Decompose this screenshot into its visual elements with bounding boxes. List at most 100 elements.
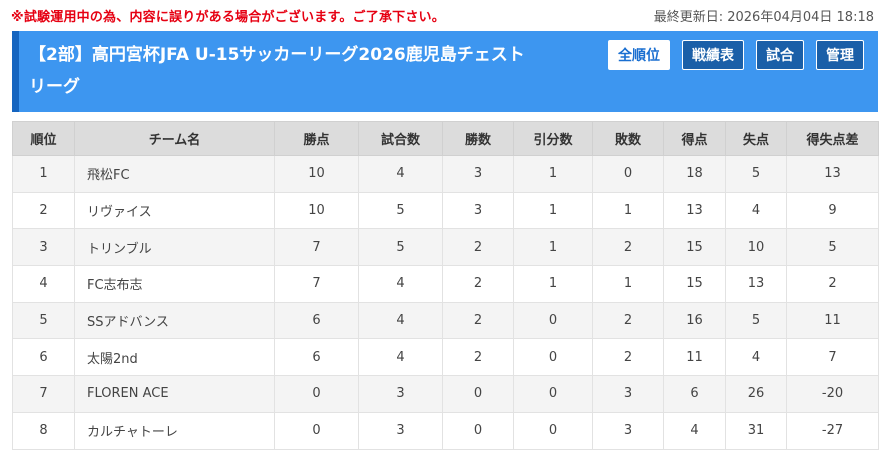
cell-goals-for: 6	[663, 375, 726, 413]
header-goals-against: 失点	[725, 121, 787, 156]
table-row: 7 FLOREN ACE 0 3 0 0 3 6 26 -20	[12, 375, 879, 413]
cell-goals-for: 11	[663, 338, 726, 377]
cell-losses: 3	[592, 411, 664, 450]
header-nav: 全順位 戦績表 試合 管理	[608, 40, 864, 70]
cell-draws: 0	[513, 338, 593, 377]
table-header-row: 順位 チーム名 勝点 試合数 勝数 引分数 敗数 得点 失点 得失点差	[12, 121, 879, 156]
cell-goals-against: 31	[725, 411, 787, 450]
cell-wins: 0	[442, 375, 514, 413]
cell-team[interactable]: リヴァイス	[74, 191, 275, 230]
header-rank: 順位	[12, 121, 75, 156]
cell-losses: 1	[592, 191, 664, 230]
page-title: 【2部】高円宮杯JFA U-15サッカーリーグ2026鹿児島チェストリーグ	[29, 45, 525, 97]
cell-goal-diff: 9	[786, 191, 879, 230]
cell-points: 10	[274, 155, 359, 193]
cell-goals-against: 10	[725, 228, 787, 267]
header-played: 試合数	[358, 121, 443, 156]
table-row: 6 太陽2nd 6 4 2 0 2 11 4 7	[12, 338, 879, 377]
cell-losses: 0	[592, 155, 664, 193]
cell-played: 4	[358, 338, 443, 377]
cell-losses: 1	[592, 265, 664, 303]
header-losses: 敗数	[592, 121, 664, 156]
cell-draws: 1	[513, 265, 593, 303]
cell-goals-against: 4	[725, 338, 787, 377]
cell-rank: 3	[12, 228, 75, 267]
cell-points: 6	[274, 301, 359, 340]
cell-goal-diff: 5	[786, 228, 879, 267]
cell-played: 5	[358, 191, 443, 230]
top-bar: ※試験運用中の為、内容に誤りがある場合がございます。ご了承下さい。 最終更新日:…	[0, 0, 890, 30]
header-goal-diff: 得失点差	[786, 121, 879, 156]
cell-points: 6	[274, 338, 359, 377]
cell-team[interactable]: FC志布志	[74, 265, 275, 303]
cell-rank: 4	[12, 265, 75, 303]
cell-rank: 2	[12, 191, 75, 230]
cell-losses: 2	[592, 338, 664, 377]
cell-rank: 8	[12, 411, 75, 450]
table-row: 8 カルチャトーレ 0 3 0 0 3 4 31 -27	[12, 411, 879, 450]
cell-goals-for: 18	[663, 155, 726, 193]
standings-button[interactable]: 全順位	[608, 40, 670, 70]
cell-wins: 3	[442, 155, 514, 193]
cell-played: 5	[358, 228, 443, 267]
table-row: 4 FC志布志 7 4 2 1 1 15 13 2	[12, 265, 879, 303]
cell-played: 3	[358, 375, 443, 413]
header-draws: 引分数	[513, 121, 593, 156]
cell-wins: 3	[442, 191, 514, 230]
last-updated-label: 最終更新日:	[653, 10, 724, 25]
cell-rank: 7	[12, 375, 75, 413]
trial-notice: ※試験運用中の為、内容に誤りがある場合がございます。ご了承下さい。	[11, 10, 445, 25]
cell-wins: 2	[442, 301, 514, 340]
cell-team[interactable]: FLOREN ACE	[74, 375, 275, 413]
cell-rank: 6	[12, 338, 75, 377]
cell-points: 0	[274, 411, 359, 450]
last-updated: 最終更新日: 2026年04月04日 18:18	[654, 6, 874, 25]
cell-points: 10	[274, 191, 359, 230]
cell-team[interactable]: 飛松FC	[74, 155, 275, 193]
cell-losses: 2	[592, 228, 664, 267]
cell-played: 4	[358, 301, 443, 340]
table-row: 2 リヴァイス 10 5 3 1 1 13 4 9	[12, 191, 879, 230]
cell-rank: 1	[12, 155, 75, 193]
cell-team[interactable]: SSアドバンス	[74, 301, 275, 340]
cell-goals-for: 15	[663, 265, 726, 303]
cell-played: 4	[358, 265, 443, 303]
cell-goal-diff: -27	[786, 411, 879, 450]
cell-draws: 1	[513, 191, 593, 230]
cell-wins: 2	[442, 338, 514, 377]
cell-goals-against: 26	[725, 375, 787, 413]
header-wins: 勝数	[442, 121, 514, 156]
cell-points: 7	[274, 265, 359, 303]
cell-wins: 0	[442, 411, 514, 450]
header-team: チーム名	[74, 121, 275, 156]
admin-button[interactable]: 管理	[816, 40, 864, 70]
cell-wins: 2	[442, 265, 514, 303]
cell-goals-for: 15	[663, 228, 726, 267]
cell-draws: 1	[513, 228, 593, 267]
cell-losses: 2	[592, 301, 664, 340]
cell-draws: 1	[513, 155, 593, 193]
cell-points: 7	[274, 228, 359, 267]
standings-table: 順位 チーム名 勝点 試合数 勝数 引分数 敗数 得点 失点 得失点差 1 飛松FC 10 4 3 1 0 18…	[12, 121, 879, 450]
cell-goal-diff: 7	[786, 338, 879, 377]
table-row: 3 トリンブル 7 5 2 1 2 15 10 5	[12, 228, 879, 267]
standings-table-container: 順位 チーム名 勝点 試合数 勝数 引分数 敗数 得点 失点 得失点差 1 飛松FC 10 4 3 1 0 18…	[12, 121, 879, 450]
cell-losses: 3	[592, 375, 664, 413]
cell-wins: 2	[442, 228, 514, 267]
cell-played: 4	[358, 155, 443, 193]
results-table-button[interactable]: 戦績表	[682, 40, 744, 70]
cell-goal-diff: -20	[786, 375, 879, 413]
cell-goals-against: 4	[725, 191, 787, 230]
matches-button[interactable]: 試合	[756, 40, 804, 70]
table-row: 1 飛松FC 10 4 3 1 0 18 5 13	[12, 155, 879, 193]
header-points: 勝点	[274, 121, 359, 156]
cell-team[interactable]: 太陽2nd	[74, 338, 275, 377]
cell-goals-against: 13	[725, 265, 787, 303]
cell-team[interactable]: トリンブル	[74, 228, 275, 267]
table-body: 1 飛松FC 10 4 3 1 0 18 5 13 2 リヴァイス 10 5 3 1 1 13 4 9 3 トリンブル 7 5…	[12, 155, 879, 450]
league-header: 【2部】高円宮杯JFA U-15サッカーリーグ2026鹿児島チェストリーグ 全順…	[12, 31, 878, 112]
cell-team[interactable]: カルチャトーレ	[74, 411, 275, 450]
cell-draws: 0	[513, 375, 593, 413]
cell-rank: 5	[12, 301, 75, 340]
cell-draws: 0	[513, 411, 593, 450]
